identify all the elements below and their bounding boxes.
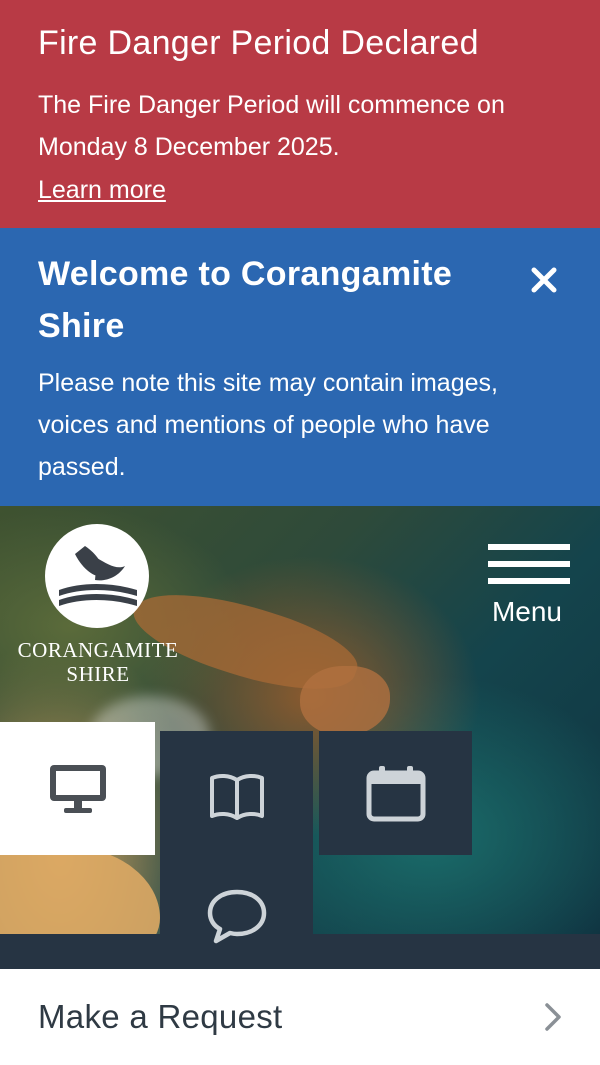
quick-link-chat[interactable] xyxy=(160,863,313,969)
shire-logo[interactable]: CORANGAMITE SHIRE xyxy=(8,524,188,686)
chevron-right-icon xyxy=(545,1003,561,1031)
logo-name-line2: SHIRE xyxy=(66,662,130,686)
logo-emblem xyxy=(45,524,149,628)
book-icon xyxy=(209,773,264,820)
menu-label: Menu xyxy=(491,596,562,627)
chat-icon xyxy=(207,889,266,944)
quick-link-calendar[interactable] xyxy=(319,731,472,855)
hamburger-icon xyxy=(488,544,570,550)
hamburger-icon-bar xyxy=(488,578,570,584)
hamburger-icon-bar xyxy=(488,561,570,567)
quick-link-computer[interactable] xyxy=(0,722,155,855)
logo-name-line1: CORANGAMITE xyxy=(17,638,179,662)
computer-icon xyxy=(49,764,106,813)
learn-more-link[interactable]: Learn more xyxy=(38,168,166,212)
calendar-icon xyxy=(366,766,425,822)
hero-rock xyxy=(300,666,390,736)
quick-link-book[interactable] xyxy=(160,731,313,863)
menu-button[interactable]: Menu xyxy=(486,544,570,634)
welcome-notice: Welcome to Corangamite Shire Please note… xyxy=(0,228,600,506)
fire-danger-alert: Fire Danger Period Declared The Fire Dan… xyxy=(0,0,600,228)
make-a-request-link[interactable]: Make a Request xyxy=(0,969,600,1065)
make-a-request-label: Make a Request xyxy=(38,998,283,1035)
fire-alert-title: Fire Danger Period Declared xyxy=(38,24,479,62)
welcome-message: Please note this site may contain images… xyxy=(38,369,498,481)
close-icon[interactable] xyxy=(524,260,564,300)
welcome-title: Welcome to Corangamite Shire xyxy=(38,255,453,345)
fire-alert-message: The Fire Danger Period will commence on … xyxy=(38,91,505,161)
